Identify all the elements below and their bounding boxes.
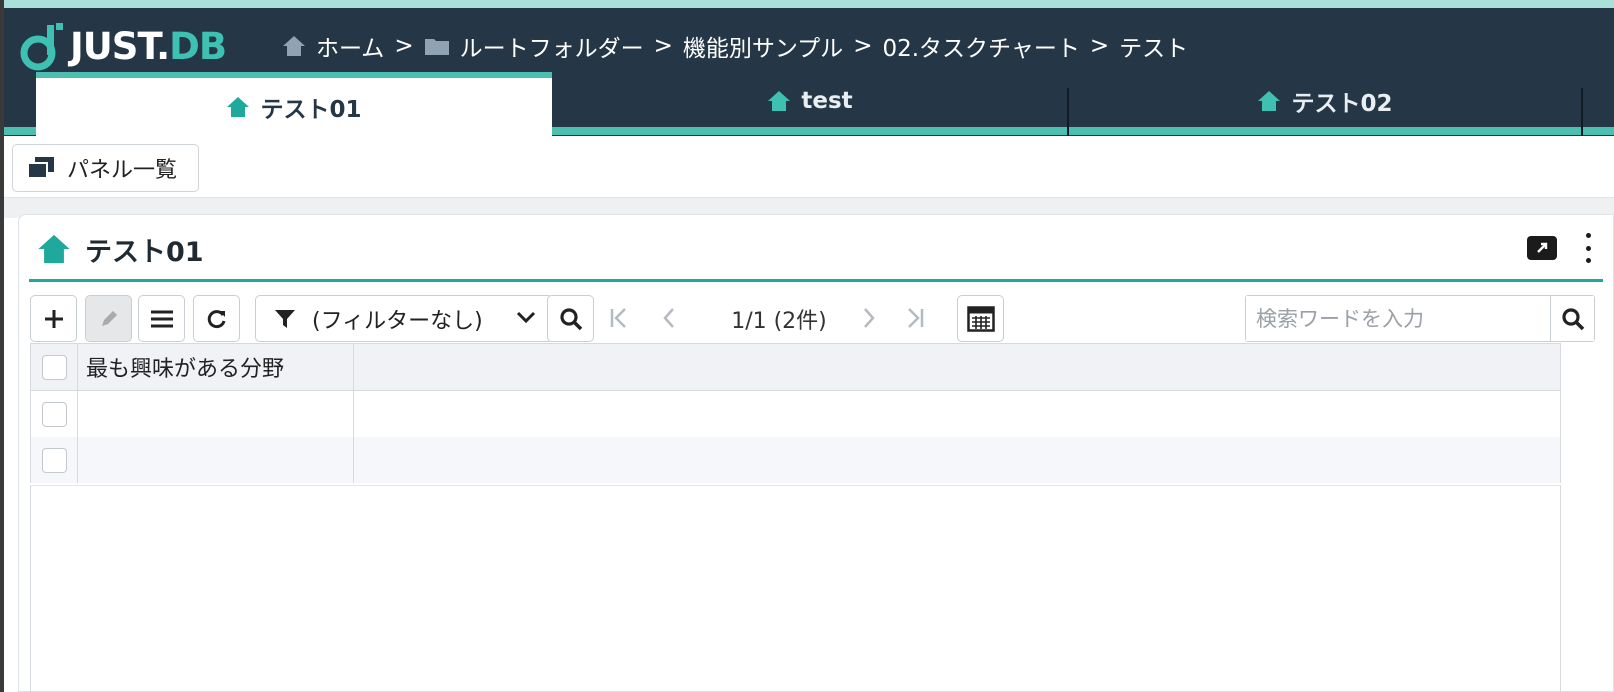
chevron-down-icon xyxy=(516,310,536,324)
logo-text: JUST.DB xyxy=(70,24,227,68)
plus-icon xyxy=(44,309,63,328)
panel-list-button[interactable]: パネル一覧 xyxy=(12,144,199,192)
panel-title-underline xyxy=(29,279,1603,282)
top-accent-bar xyxy=(0,0,1614,8)
first-page-icon xyxy=(610,308,626,328)
window-edge xyxy=(0,0,4,692)
row-checkbox[interactable] xyxy=(41,447,67,473)
select-all-cell xyxy=(31,344,78,390)
previous-page-button[interactable] xyxy=(661,307,677,329)
home-icon xyxy=(1257,90,1281,112)
tab-test02[interactable]: テスト02 xyxy=(1069,72,1581,130)
row-filler xyxy=(354,437,1560,483)
app-logo[interactable]: JUST.DB xyxy=(18,20,227,72)
refresh-button[interactable] xyxy=(193,295,240,342)
header-filler xyxy=(354,344,1560,390)
breadcrumb: ホーム > ルートフォルダー > 機能別サンプル > 02.タスクチャート > … xyxy=(282,28,1188,64)
table-cell[interactable] xyxy=(78,391,354,437)
table-header: 最も興味がある分野 xyxy=(30,343,1561,391)
refresh-icon xyxy=(207,309,225,328)
table-row[interactable] xyxy=(30,391,1561,437)
table-empty-area xyxy=(30,485,1561,692)
row-checkbox[interactable] xyxy=(41,401,67,427)
next-page-button[interactable] xyxy=(861,307,877,329)
open-external-icon xyxy=(1537,242,1548,253)
chevron-left-icon xyxy=(663,308,674,328)
tab-divider xyxy=(1581,88,1583,136)
breadcrumb-separator: > xyxy=(853,33,873,59)
logo-mark-icon xyxy=(20,23,63,71)
last-page-button[interactable] xyxy=(903,307,925,329)
panel-list-label: パネル一覧 xyxy=(67,158,178,183)
search-button[interactable] xyxy=(1550,296,1594,341)
search-box xyxy=(1245,295,1595,342)
calendar-icon xyxy=(966,305,995,332)
data-panel: テスト01 (フィルターなし) 1/1 (2件) 検索ワードを入力 最も興味があ… xyxy=(18,214,1614,692)
tab-test[interactable]: test xyxy=(552,72,1068,130)
home-icon xyxy=(226,96,250,118)
open-external-button[interactable] xyxy=(1527,236,1557,260)
edit-record-button[interactable] xyxy=(85,295,132,342)
home-icon xyxy=(282,35,306,57)
tab-divider xyxy=(1067,88,1069,136)
chevron-right-icon xyxy=(864,308,875,328)
last-page-icon xyxy=(908,308,924,328)
filter-icon xyxy=(274,308,296,330)
filter-label: (フィルターなし) xyxy=(312,308,483,334)
tab-test01[interactable]: テスト01 xyxy=(36,72,552,136)
breadcrumb-home[interactable]: ホーム xyxy=(316,29,384,63)
list-view-button[interactable] xyxy=(138,295,185,342)
table-row[interactable] xyxy=(30,437,1561,483)
breadcrumb-separator: > xyxy=(1089,33,1110,59)
first-page-button[interactable] xyxy=(609,307,631,329)
panel-title: テスト01 xyxy=(37,229,204,269)
select-all-checkbox[interactable] xyxy=(41,354,67,380)
page-info: 1/1 (2件) xyxy=(731,308,827,334)
search-input[interactable] xyxy=(1246,296,1550,341)
breadcrumb-separator: > xyxy=(653,33,673,59)
breadcrumb-separator: > xyxy=(394,33,414,59)
more-options-button[interactable] xyxy=(1583,233,1593,263)
panel-title-text: テスト01 xyxy=(85,236,204,268)
search-records-button[interactable] xyxy=(547,295,594,342)
search-icon xyxy=(1561,307,1584,330)
breadcrumb-root-folder[interactable]: ルートフォルダー xyxy=(460,29,644,63)
row-select-cell xyxy=(31,437,78,483)
tab-label: test xyxy=(801,88,853,114)
home-icon xyxy=(767,90,791,112)
row-filler xyxy=(354,391,1560,437)
calendar-view-button[interactable] xyxy=(957,295,1004,342)
data-table: 最も興味がある分野 xyxy=(30,343,1561,483)
folder-icon xyxy=(424,36,450,56)
row-select-cell xyxy=(31,391,78,437)
filter-select[interactable]: (フィルターなし) xyxy=(255,295,553,342)
tab-label: テスト02 xyxy=(1291,91,1393,117)
search-icon xyxy=(559,307,582,330)
pencil-icon xyxy=(101,310,117,326)
breadcrumb-current: テスト xyxy=(1119,36,1189,62)
add-record-button[interactable] xyxy=(30,295,77,342)
tab-label: テスト01 xyxy=(260,97,362,123)
panel-toolbar: パネル一覧 xyxy=(4,136,1614,198)
panel-actions xyxy=(1527,233,1593,263)
list-icon xyxy=(150,310,173,327)
windows-icon xyxy=(27,156,55,180)
breadcrumb-task-chart[interactable]: 02.タスクチャート xyxy=(882,29,1079,63)
breadcrumb-feature-samples[interactable]: 機能別サンプル xyxy=(683,29,843,63)
home-icon xyxy=(37,233,71,265)
table-cell[interactable] xyxy=(78,437,354,483)
column-header[interactable]: 最も興味がある分野 xyxy=(78,344,354,390)
